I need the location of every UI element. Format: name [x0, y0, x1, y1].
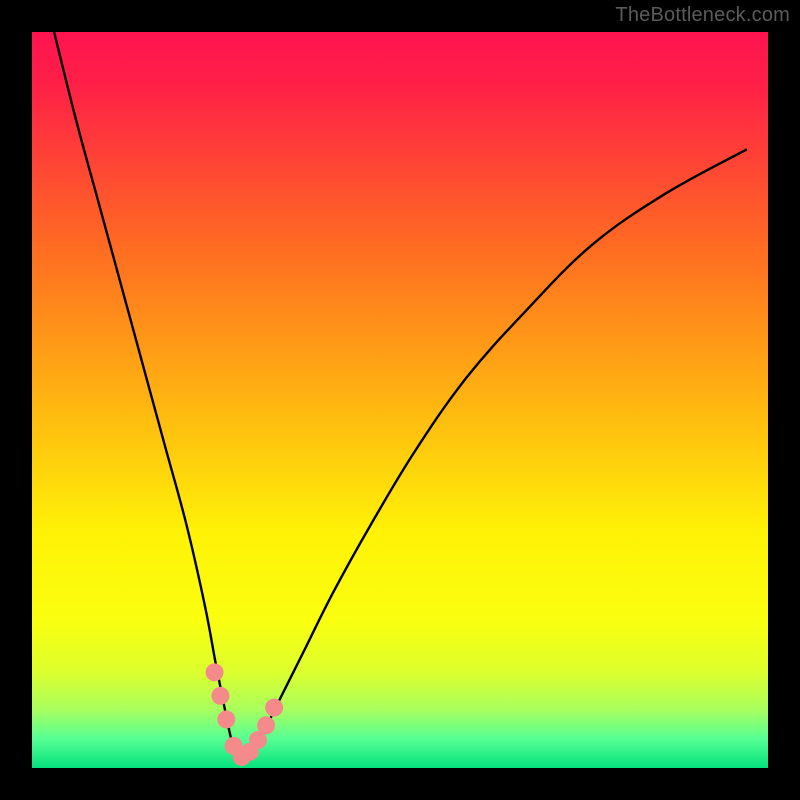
chart-frame: TheBottleneck.com [0, 0, 800, 800]
highlight-marker [257, 716, 275, 734]
highlight-marker [265, 699, 283, 717]
gradient-background [32, 32, 768, 768]
highlight-marker [206, 663, 224, 681]
plot-area [32, 32, 768, 768]
highlight-marker [217, 710, 235, 728]
chart-svg [32, 32, 768, 768]
highlight-marker [211, 687, 229, 705]
attribution-text: TheBottleneck.com [615, 4, 790, 27]
